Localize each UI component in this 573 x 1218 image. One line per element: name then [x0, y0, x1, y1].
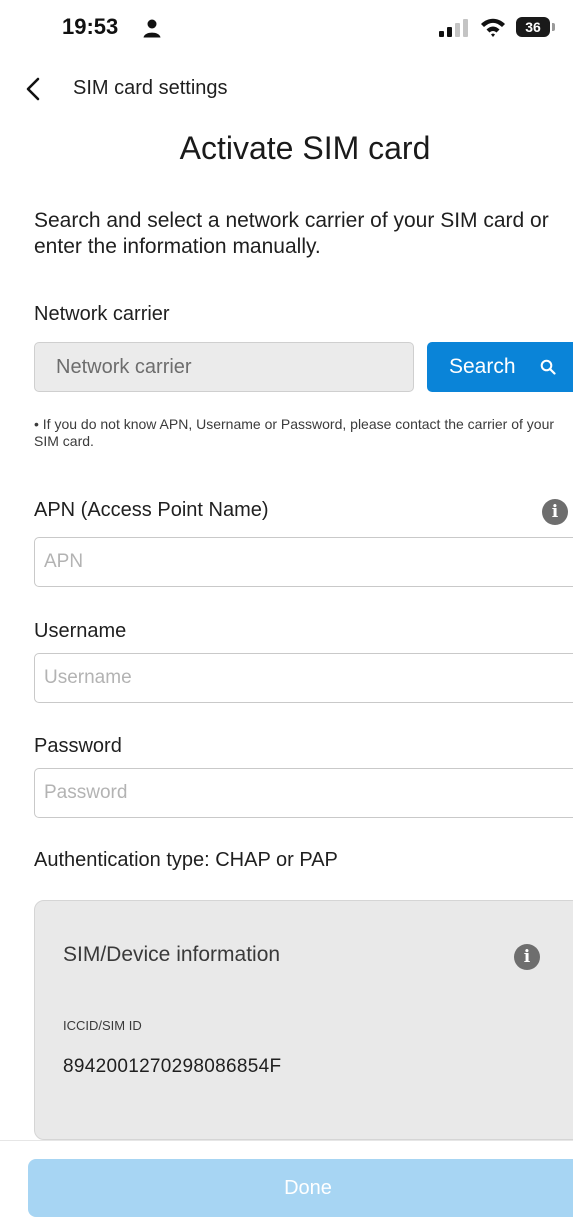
info-icon[interactable]: i: [542, 499, 568, 525]
search-button-label: Search: [449, 355, 516, 378]
apn-label: APN (Access Point Name): [34, 499, 269, 521]
device-info-icon-glyph: i: [523, 947, 531, 967]
nav-title: SIM card settings: [73, 77, 228, 99]
status-bar: 19:53 36: [0, 0, 573, 56]
help-note: • If you do not know APN, Username or Pa…: [34, 416, 555, 449]
intro-text: Search and select a network carrier of y…: [34, 209, 549, 258]
wifi-icon: [481, 18, 505, 37]
username-input[interactable]: [34, 653, 573, 703]
search-button[interactable]: Search: [427, 342, 573, 392]
network-carrier-input[interactable]: [34, 342, 414, 392]
sim-device-info-card: SIM/Device information i ICCID/SIM ID 89…: [34, 900, 573, 1140]
network-carrier-label: Network carrier: [34, 303, 170, 325]
magnifier-icon: [540, 359, 556, 375]
done-button-label: Done: [284, 1176, 332, 1199]
iccid-value: 8942001270298086854F: [63, 1056, 282, 1077]
cellular-signal-icon: [439, 19, 468, 37]
password-label: Password: [34, 735, 122, 757]
done-button[interactable]: Done: [28, 1159, 573, 1217]
info-icon-glyph: i: [551, 502, 559, 522]
apn-input[interactable]: [34, 537, 573, 587]
status-time: 19:53: [62, 14, 119, 39]
battery-icon: 36: [516, 17, 550, 37]
iccid-label: ICCID/SIM ID: [63, 1018, 142, 1033]
page-title: Activate SIM card: [179, 130, 431, 166]
username-label: Username: [34, 620, 127, 642]
device-info-title: SIM/Device information: [63, 943, 281, 966]
chevron-left-icon[interactable]: [22, 76, 44, 102]
authentication-type-text: Authentication type: CHAP or PAP: [34, 849, 338, 871]
device-info-icon[interactable]: i: [514, 944, 540, 970]
person-icon: [143, 19, 161, 38]
battery-tip: [552, 23, 555, 31]
battery-level: 36: [525, 19, 541, 35]
password-input[interactable]: [34, 768, 573, 818]
